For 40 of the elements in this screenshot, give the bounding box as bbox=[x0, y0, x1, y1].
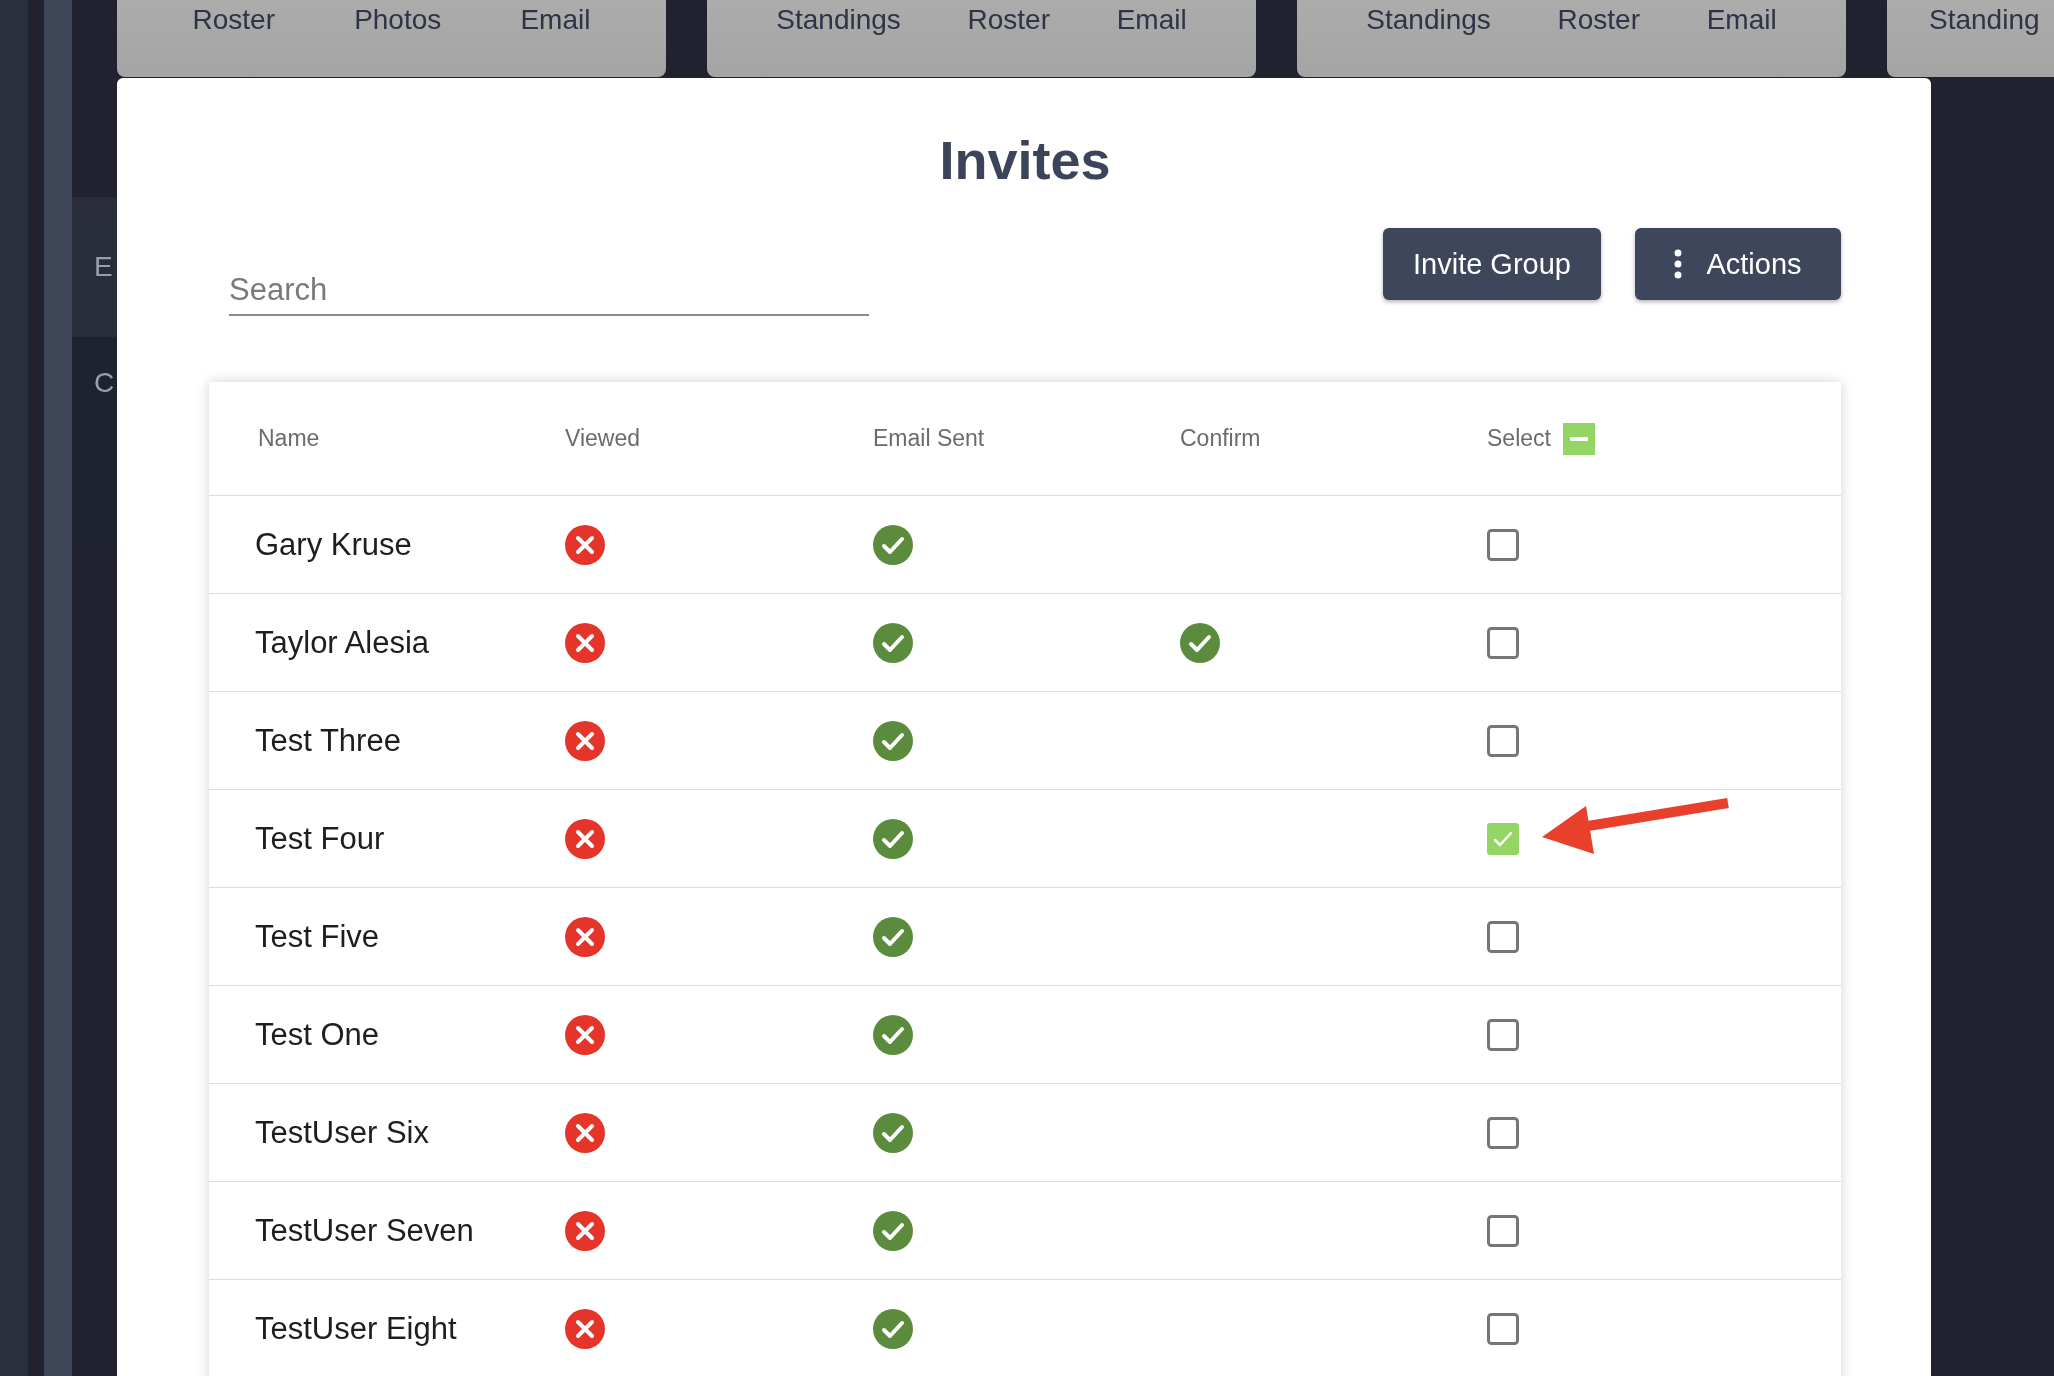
name-cell-text: TestUser Eight bbox=[255, 1310, 458, 1347]
column-header: Email Sent bbox=[873, 425, 986, 452]
name-cell-text: TestUser Seven bbox=[255, 1212, 475, 1249]
row-checkbox[interactable] bbox=[1487, 1116, 1519, 1149]
nav-tab[interactable]: Standings bbox=[1366, 0, 1491, 36]
column-header: Select bbox=[1487, 425, 1551, 452]
nav-tab[interactable]: Email bbox=[520, 0, 591, 36]
invite-group-button[interactable]: Invite Group bbox=[1383, 228, 1601, 300]
row-checkbox[interactable] bbox=[1487, 1312, 1519, 1345]
nav-tab[interactable]: Standing bbox=[1929, 0, 2040, 36]
name-cell-text: TestUser Six bbox=[255, 1114, 430, 1151]
name-cell-text: Test Four bbox=[255, 820, 386, 857]
name-cell-text: Test Five bbox=[255, 918, 381, 955]
panel-label: C bbox=[93, 367, 115, 399]
select-all-checkbox[interactable] bbox=[1562, 422, 1595, 455]
nav-tab[interactable]: Email bbox=[1116, 0, 1187, 36]
nav-tab[interactable]: Roster bbox=[192, 0, 275, 36]
column-header: Name bbox=[258, 425, 321, 452]
dialog-title: Invites bbox=[938, 129, 1112, 192]
nav-tab[interactable]: Roster bbox=[967, 0, 1050, 36]
name-cell-text: Test Three bbox=[255, 722, 402, 759]
panel-label: E bbox=[93, 251, 113, 283]
nav-tab[interactable]: Photos bbox=[354, 0, 442, 36]
row-checkbox[interactable] bbox=[1487, 920, 1519, 953]
row-checkbox[interactable] bbox=[1487, 528, 1519, 561]
actions-button[interactable]: Actions bbox=[1635, 228, 1841, 300]
name-cell-text: Gary Kruse bbox=[255, 526, 413, 563]
nav-tab[interactable]: Standings bbox=[776, 0, 901, 36]
name-cell-text: Test One bbox=[255, 1016, 381, 1053]
row-checkbox[interactable] bbox=[1487, 626, 1519, 659]
column-header: Confirm bbox=[1180, 425, 1262, 452]
name-cell-text: Taylor Alesia bbox=[255, 624, 431, 661]
row-checkbox[interactable] bbox=[1487, 724, 1519, 757]
column-header: Viewed bbox=[565, 425, 642, 452]
nav-tab[interactable]: Roster bbox=[1557, 0, 1640, 36]
more-icon bbox=[1674, 249, 1683, 279]
row-checkbox[interactable] bbox=[1487, 1214, 1519, 1247]
row-checkbox[interactable] bbox=[1487, 822, 1519, 855]
row-checkbox[interactable] bbox=[1487, 1018, 1519, 1051]
nav-tab[interactable]: Email bbox=[1706, 0, 1777, 36]
